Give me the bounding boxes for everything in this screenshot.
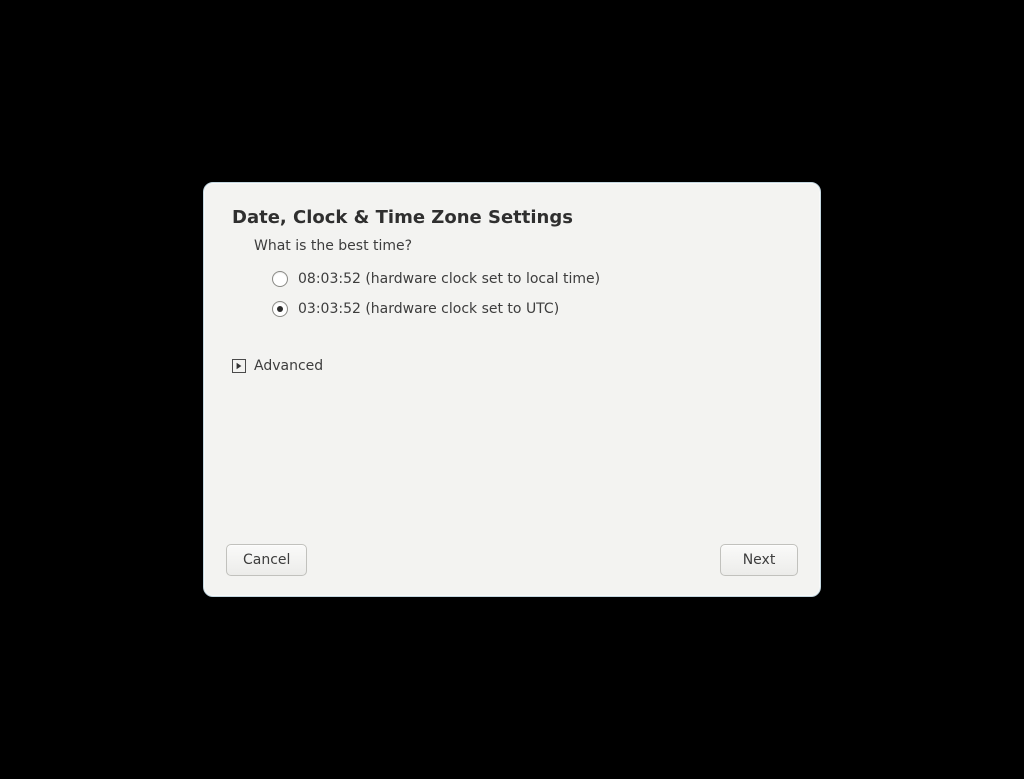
dialog-subtitle: What is the best time? (254, 238, 792, 254)
dialog-button-bar: Cancel Next (204, 532, 820, 596)
advanced-expander[interactable]: Advanced (232, 358, 323, 374)
radio-utc-time[interactable]: 03:03:52 (hardware clock set to UTC) (272, 294, 792, 324)
dialog-title: Date, Clock & Time Zone Settings (232, 207, 792, 228)
dialog-content: Date, Clock & Time Zone Settings What is… (204, 183, 820, 532)
expand-right-icon (232, 359, 246, 373)
radio-local-time[interactable]: 08:03:52 (hardware clock set to local ti… (272, 264, 792, 294)
advanced-label: Advanced (254, 358, 323, 374)
timezone-settings-dialog: Date, Clock & Time Zone Settings What is… (203, 182, 821, 597)
radio-label-utc: 03:03:52 (hardware clock set to UTC) (298, 301, 559, 317)
radio-label-local: 08:03:52 (hardware clock set to local ti… (298, 271, 600, 287)
time-radio-group: 08:03:52 (hardware clock set to local ti… (272, 264, 792, 324)
cancel-button[interactable]: Cancel (226, 544, 307, 576)
radio-icon (272, 271, 288, 287)
next-button[interactable]: Next (720, 544, 798, 576)
radio-icon (272, 301, 288, 317)
